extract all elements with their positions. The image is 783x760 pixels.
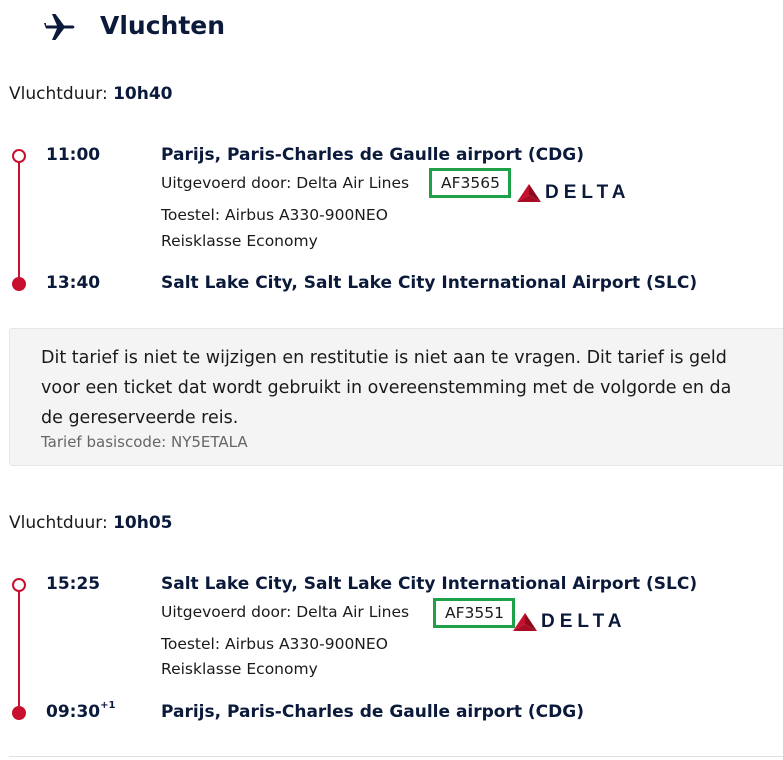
timeline-line bbox=[18, 160, 20, 284]
duration-value: 10h40 bbox=[113, 84, 173, 104]
fare-basis-code: Tarief basiscode: NY5ETALA bbox=[41, 433, 248, 451]
fare-line: Dit tarief is niet te wijzigen en restit… bbox=[41, 348, 727, 368]
arrival-time-value: 09:30 bbox=[46, 702, 101, 722]
arrival-time-value: 13:40 bbox=[46, 273, 101, 293]
departure-airport: Parijs, Paris-Charles de Gaulle airport … bbox=[161, 145, 584, 165]
arrival-time: 13:40 bbox=[46, 273, 100, 293]
delta-triangle-icon bbox=[513, 613, 537, 631]
cabin-class: Reisklasse Economy bbox=[161, 232, 318, 250]
duration-label: Vluchtduur: bbox=[9, 84, 108, 104]
flight-duration: Vluchtduur: 10h40 bbox=[9, 84, 173, 104]
departure-time: 15:25 bbox=[46, 574, 101, 594]
fare-line: de gereserveerde reis. bbox=[41, 408, 239, 428]
arrival-time: 09:30+1 bbox=[46, 700, 116, 722]
arrival-airport: Parijs, Paris-Charles de Gaulle airport … bbox=[161, 702, 584, 722]
aircraft: Toestel: Airbus A330-900NEO bbox=[161, 635, 388, 653]
plane-icon bbox=[44, 10, 78, 44]
operated-by: Uitgevoerd door: Delta Air Lines bbox=[161, 174, 410, 192]
departure-time: 11:00 bbox=[46, 145, 101, 165]
departure-dot bbox=[12, 578, 26, 592]
flight-duration: Vluchtduur: 10h05 bbox=[9, 513, 173, 533]
delta-logo: DELTA bbox=[513, 611, 627, 633]
arrival-dot bbox=[12, 706, 26, 720]
divider bbox=[9, 756, 783, 757]
fare-conditions: Dit tarief is niet te wijzigen en restit… bbox=[9, 328, 783, 466]
delta-triangle-icon bbox=[517, 184, 541, 202]
arrival-airport: Salt Lake City, Salt Lake City Internati… bbox=[161, 273, 698, 293]
duration-value: 10h05 bbox=[113, 513, 173, 533]
fare-line: voor een ticket dat wordt gebruikt in ov… bbox=[41, 378, 732, 398]
flight-number: AF3565 bbox=[429, 168, 511, 198]
cabin-class: Reisklasse Economy bbox=[161, 660, 318, 678]
departure-dot bbox=[12, 149, 26, 163]
page-title: Vluchten bbox=[100, 11, 226, 40]
flights-header bbox=[44, 10, 78, 44]
duration-label: Vluchtduur: bbox=[9, 513, 108, 533]
timeline-line bbox=[18, 590, 20, 714]
fare-description: Dit tarief is niet te wijzigen en restit… bbox=[41, 343, 783, 433]
departure-airport: Salt Lake City, Salt Lake City Internati… bbox=[161, 574, 698, 594]
arrival-dot bbox=[12, 277, 26, 291]
delta-logo-text: DELTA bbox=[545, 182, 631, 203]
delta-logo: DELTA bbox=[517, 182, 631, 204]
flight-number: AF3551 bbox=[433, 598, 515, 628]
operated-by: Uitgevoerd door: Delta Air Lines bbox=[161, 603, 410, 621]
delta-logo-text: DELTA bbox=[541, 611, 627, 632]
day-offset: +1 bbox=[100, 700, 116, 712]
aircraft: Toestel: Airbus A330-900NEO bbox=[161, 206, 388, 224]
